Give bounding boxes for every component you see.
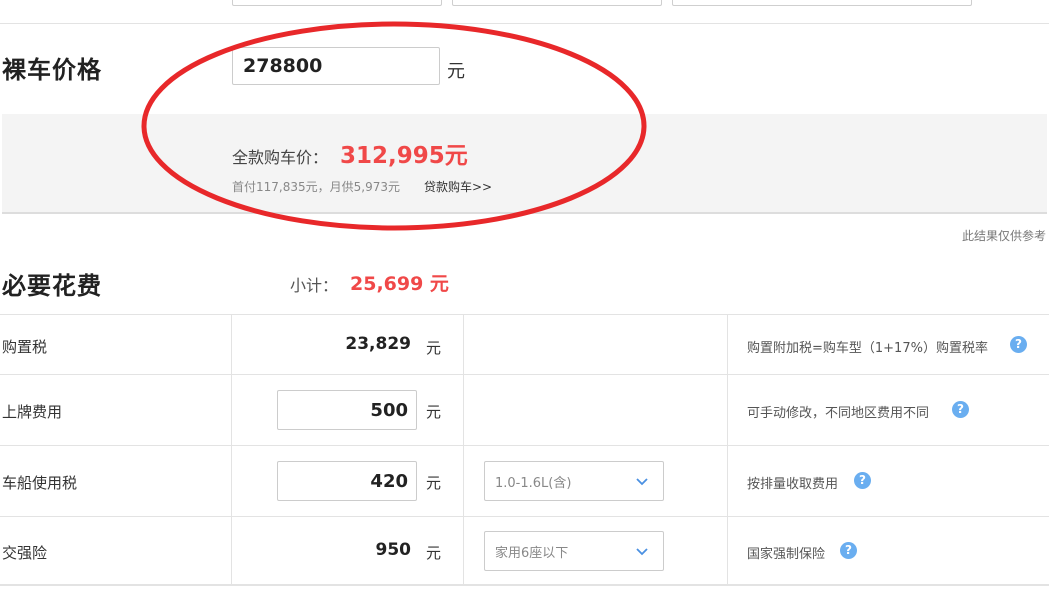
seat-type-select-value: 家用6座以下	[495, 546, 569, 561]
column-divider	[727, 315, 728, 585]
row-divider	[0, 516, 1049, 517]
subtotal-label: 小计：	[290, 276, 339, 295]
total-price-label: 全款购车价：	[232, 148, 329, 167]
purchase-tax-unit: 元	[426, 339, 442, 357]
vehicle-tax-input[interactable]	[277, 461, 417, 501]
divider	[0, 23, 1049, 24]
row-label-vehicle-tax: 车船使用税	[2, 474, 78, 492]
compulsory-insurance-desc: 国家强制保险	[747, 547, 826, 562]
table-top-border	[0, 314, 1049, 315]
purchase-tax-desc: 购置附加税=购车型（1+17%）购置税率	[747, 341, 988, 356]
displacement-select-value: 1.0-1.6L(含)	[495, 476, 572, 491]
displacement-select[interactable]: 1.0-1.6L(含)	[484, 461, 664, 501]
help-icon[interactable]: ?	[840, 542, 857, 559]
loan-summary: 首付117,835元，月供5,973元	[232, 180, 400, 194]
subtotal-value: 25,699 元	[350, 273, 449, 295]
highlight-circle	[141, 21, 647, 231]
top-select-1[interactable]	[232, 0, 442, 6]
row-label-compulsory-insurance: 交强险	[2, 544, 48, 562]
plate-fee-input[interactable]	[277, 390, 417, 430]
table-bottom-border	[0, 584, 1049, 586]
base-price-unit: 元	[447, 61, 465, 82]
row-divider	[0, 445, 1049, 446]
column-divider	[231, 315, 232, 585]
row-label-purchase-tax: 购置税	[2, 338, 48, 356]
top-select-3[interactable]	[672, 0, 972, 6]
required-costs-title: 必要花费	[2, 272, 102, 300]
row-divider	[0, 374, 1049, 375]
help-icon[interactable]: ?	[854, 472, 871, 489]
base-price-input[interactable]	[232, 47, 440, 85]
help-icon[interactable]: ?	[1010, 336, 1027, 353]
chevron-down-icon	[636, 478, 648, 486]
chevron-down-icon	[636, 548, 648, 556]
row-label-plate-fee: 上牌费用	[2, 403, 63, 421]
base-price-title: 裸车价格	[2, 56, 102, 84]
plate-fee-unit: 元	[426, 403, 442, 421]
vehicle-tax-unit: 元	[426, 474, 442, 492]
help-icon[interactable]: ?	[952, 401, 969, 418]
vehicle-tax-desc: 按排量收取费用	[747, 477, 839, 492]
top-select-2[interactable]	[452, 0, 662, 6]
total-price-value: 312,995元	[340, 143, 468, 169]
disclaimer-note: 此结果仅供参考	[961, 229, 1046, 243]
column-divider	[463, 315, 464, 585]
purchase-tax-value: 23,829	[345, 334, 411, 354]
total-panel	[2, 114, 1047, 214]
seat-type-select[interactable]: 家用6座以下	[484, 531, 664, 571]
compulsory-insurance-value: 950	[375, 540, 412, 560]
compulsory-insurance-unit: 元	[426, 544, 442, 562]
loan-link[interactable]: 贷款购车>>	[424, 178, 492, 195]
plate-fee-desc: 可手动修改，不同地区费用不同	[747, 406, 930, 421]
